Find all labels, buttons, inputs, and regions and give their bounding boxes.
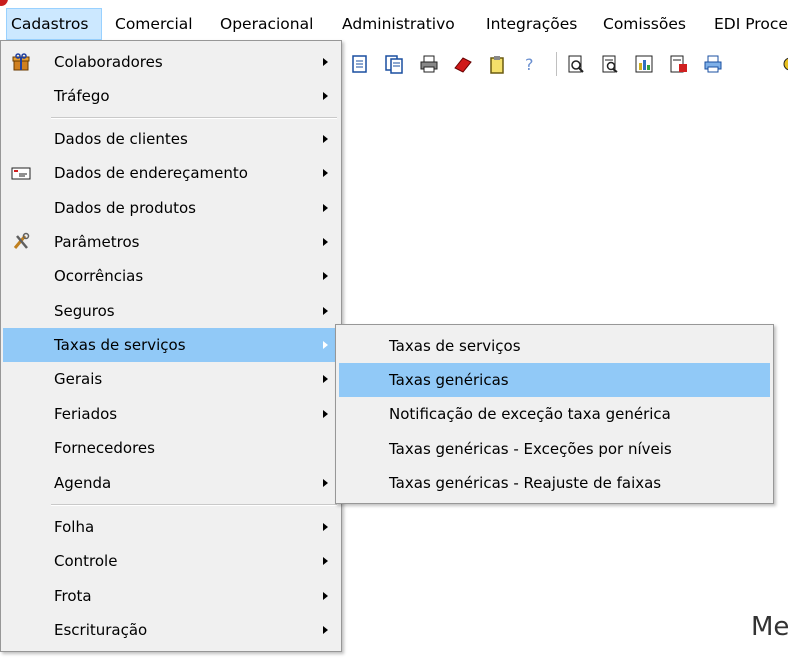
menu-item-folha[interactable]: Folha — [3, 510, 339, 544]
submenu-arrow-icon — [323, 204, 328, 212]
menu-item-seguros[interactable]: Seguros — [3, 294, 339, 328]
submenu-arrow-icon — [323, 410, 328, 418]
menu-item-label: Ocorrências — [54, 267, 144, 285]
menu-item-dados-de-produtos[interactable]: Dados de produtos — [3, 191, 339, 225]
menu-item-taxas-de-servicos[interactable]: Taxas de serviços — [3, 328, 339, 362]
menu-item-dados-de-enderecamento[interactable]: Dados de endereçamento — [3, 156, 339, 190]
submenu-arrow-icon — [323, 238, 328, 246]
submenu-arrow-icon — [323, 479, 328, 487]
menu-item-parametros[interactable]: Parâmetros — [3, 225, 339, 259]
preview-icon[interactable] — [566, 54, 586, 74]
menu-item-ocorrencias[interactable]: Ocorrências — [3, 259, 339, 293]
submenu-arrow-icon — [323, 375, 328, 383]
submenu-item-taxas-de-servicos[interactable]: Taxas de serviços — [339, 329, 770, 363]
menu-item-trafego[interactable]: Tráfego — [3, 79, 339, 113]
toolbar: ? — [344, 46, 788, 82]
menu-item-label: Colaboradores — [54, 53, 163, 71]
menu-item-controle[interactable]: Controle — [3, 544, 339, 578]
menu-item-label: Dados de produtos — [54, 199, 196, 217]
submenu-arrow-icon — [323, 58, 328, 66]
menu-operacional[interactable]: Operacional — [216, 8, 317, 40]
menu-item-agenda[interactable]: Agenda — [3, 466, 339, 500]
menu-item-colaboradores[interactable]: Colaboradores — [3, 45, 339, 79]
svg-text:?: ? — [525, 55, 534, 74]
export-icon[interactable] — [669, 54, 689, 74]
submenu-arrow-icon — [323, 135, 328, 143]
menu-item-label: Frota — [54, 587, 92, 605]
menu-administrativo[interactable]: Administrativo — [338, 8, 459, 40]
menu-edi[interactable]: EDI Proce — [710, 8, 788, 40]
tools-icon — [13, 232, 30, 249]
menu-item-label: Parâmetros — [54, 233, 140, 251]
submenu-item-label: Taxas genéricas — [389, 371, 509, 389]
menu-item-label: Agenda — [54, 474, 112, 492]
menu-item-label: Tráfego — [54, 87, 110, 105]
menu-item-label: Taxas de serviços — [54, 336, 186, 354]
submenu-arrow-icon — [323, 523, 328, 531]
cadastros-dropdown-menu: Colaboradores Tráfego Dados de clientes … — [0, 40, 342, 652]
menu-item-escrituracao[interactable]: Escrituração — [3, 613, 339, 647]
submenu-arrow-icon — [323, 92, 328, 100]
menu-item-label: Seguros — [54, 302, 115, 320]
help-icon[interactable]: ? — [522, 54, 542, 74]
toolbar-separator — [556, 52, 557, 76]
menu-item-label: Controle — [54, 552, 118, 570]
menu-item-gerais[interactable]: Gerais — [3, 362, 339, 396]
menu-separator — [51, 504, 337, 506]
menu-item-label: Folha — [54, 518, 95, 536]
menu-bar: Cadastros Comercial Operacional Administ… — [0, 8, 788, 40]
submenu-arrow-icon — [323, 592, 328, 600]
submenu-item-reajuste-de-faixas[interactable]: Taxas genéricas - Reajuste de faixas — [339, 466, 770, 500]
documents-icon[interactable] — [384, 54, 404, 74]
chart-report-icon[interactable] — [634, 54, 654, 74]
submenu-item-notificacao-excecao[interactable]: Notificação de exceção taxa genérica — [339, 397, 770, 431]
menu-item-label: Dados de endereçamento — [54, 164, 248, 182]
report-preview-icon[interactable] — [600, 54, 620, 74]
submenu-item-taxas-genericas[interactable]: Taxas genéricas — [339, 363, 770, 397]
submenu-item-label: Taxas genéricas - Reajuste de faixas — [389, 474, 662, 492]
eraser-icon[interactable] — [453, 54, 473, 74]
background-partial-text: Me — [751, 612, 788, 642]
submenu-item-excecoes-por-niveis[interactable]: Taxas genéricas - Exceções por níveis — [339, 432, 770, 466]
partial-icon[interactable] — [780, 54, 788, 74]
print-icon[interactable] — [703, 54, 723, 74]
menu-item-label: Gerais — [54, 370, 103, 388]
submenu-arrow-icon — [323, 169, 328, 177]
menu-item-label: Feriados — [54, 405, 118, 423]
menu-separator — [51, 117, 337, 119]
submenu-arrow-icon — [323, 307, 328, 315]
title-bar — [0, 0, 788, 6]
envelope-icon — [11, 167, 31, 180]
taxas-de-servicos-submenu: Taxas de serviços Taxas genéricas Notifi… — [335, 324, 774, 504]
menu-item-label: Dados de clientes — [54, 130, 188, 148]
submenu-arrow-icon — [323, 272, 328, 280]
submenu-arrow-icon — [323, 557, 328, 565]
submenu-arrow-icon — [323, 341, 328, 349]
menu-comercial[interactable]: Comercial — [111, 8, 197, 40]
menu-cadastros[interactable]: Cadastros — [6, 8, 102, 40]
submenu-item-label: Taxas genéricas - Exceções por níveis — [389, 440, 672, 458]
submenu-item-label: Notificação de exceção taxa genérica — [389, 405, 671, 423]
document-icon[interactable] — [350, 54, 370, 74]
menu-item-dados-de-clientes[interactable]: Dados de clientes — [3, 122, 339, 156]
menu-item-frota[interactable]: Frota — [3, 579, 339, 613]
menu-integracoes[interactable]: Integrações — [482, 8, 581, 40]
menu-item-label: Fornecedores — [54, 439, 155, 457]
submenu-arrow-icon — [323, 626, 328, 634]
app-logo-icon — [0, 0, 8, 6]
menu-item-fornecedores[interactable]: Fornecedores — [3, 431, 339, 465]
clipboard-icon[interactable] — [487, 54, 507, 74]
gift-icon — [12, 53, 30, 71]
menu-item-feriados[interactable]: Feriados — [3, 397, 339, 431]
menu-item-label: Escrituração — [54, 621, 148, 639]
submenu-item-label: Taxas de serviços — [389, 337, 521, 355]
menu-comissoes[interactable]: Comissões — [599, 8, 690, 40]
printer-icon[interactable] — [419, 54, 439, 74]
